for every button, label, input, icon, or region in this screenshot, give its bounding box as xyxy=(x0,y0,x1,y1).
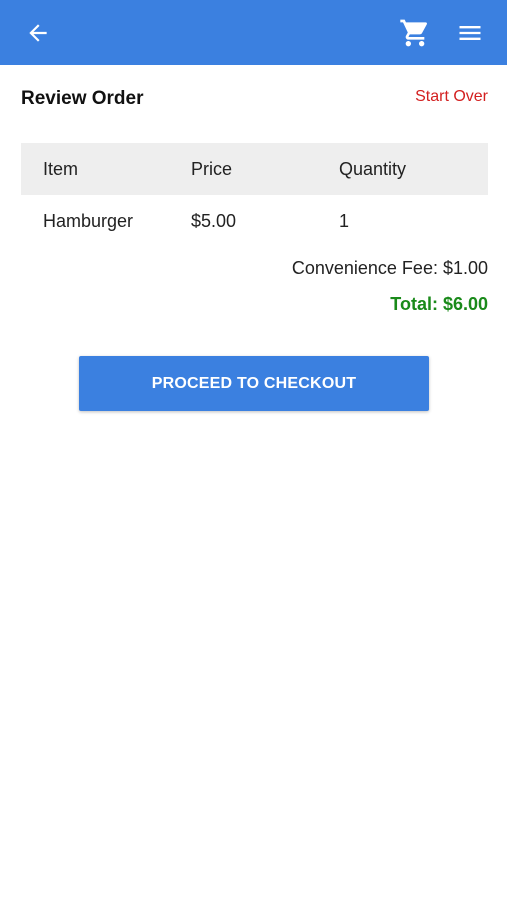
row-item-name: Hamburger xyxy=(43,211,134,231)
title-row: Review Order Start Over xyxy=(21,86,488,116)
convenience-fee: Convenience Fee: $1.00 xyxy=(291,258,488,278)
row-item-quantity: 1 xyxy=(339,211,350,231)
table-header: Item Price Quantity xyxy=(21,143,488,195)
row-item-price: $5.00 xyxy=(191,211,237,231)
order-table: Item Price Quantity Hamburger $5.00 1 xyxy=(21,143,488,247)
start-over-link[interactable]: Start Over xyxy=(415,88,488,106)
hamburger-menu-icon[interactable] xyxy=(448,0,492,65)
order-total: Total: $6.00 xyxy=(390,294,488,314)
column-header-item: Item xyxy=(43,159,79,179)
app-bar xyxy=(0,0,507,65)
proceed-to-checkout-button[interactable]: PROCEED TO CHECKOUT xyxy=(79,356,429,411)
table-row: Hamburger $5.00 1 xyxy=(21,195,488,247)
page-title: Review Order xyxy=(21,88,144,109)
column-header-quantity: Quantity xyxy=(339,159,407,179)
arrow-left-icon[interactable] xyxy=(14,0,62,65)
column-header-price: Price xyxy=(191,159,233,179)
shopping-cart-icon[interactable] xyxy=(393,0,437,65)
